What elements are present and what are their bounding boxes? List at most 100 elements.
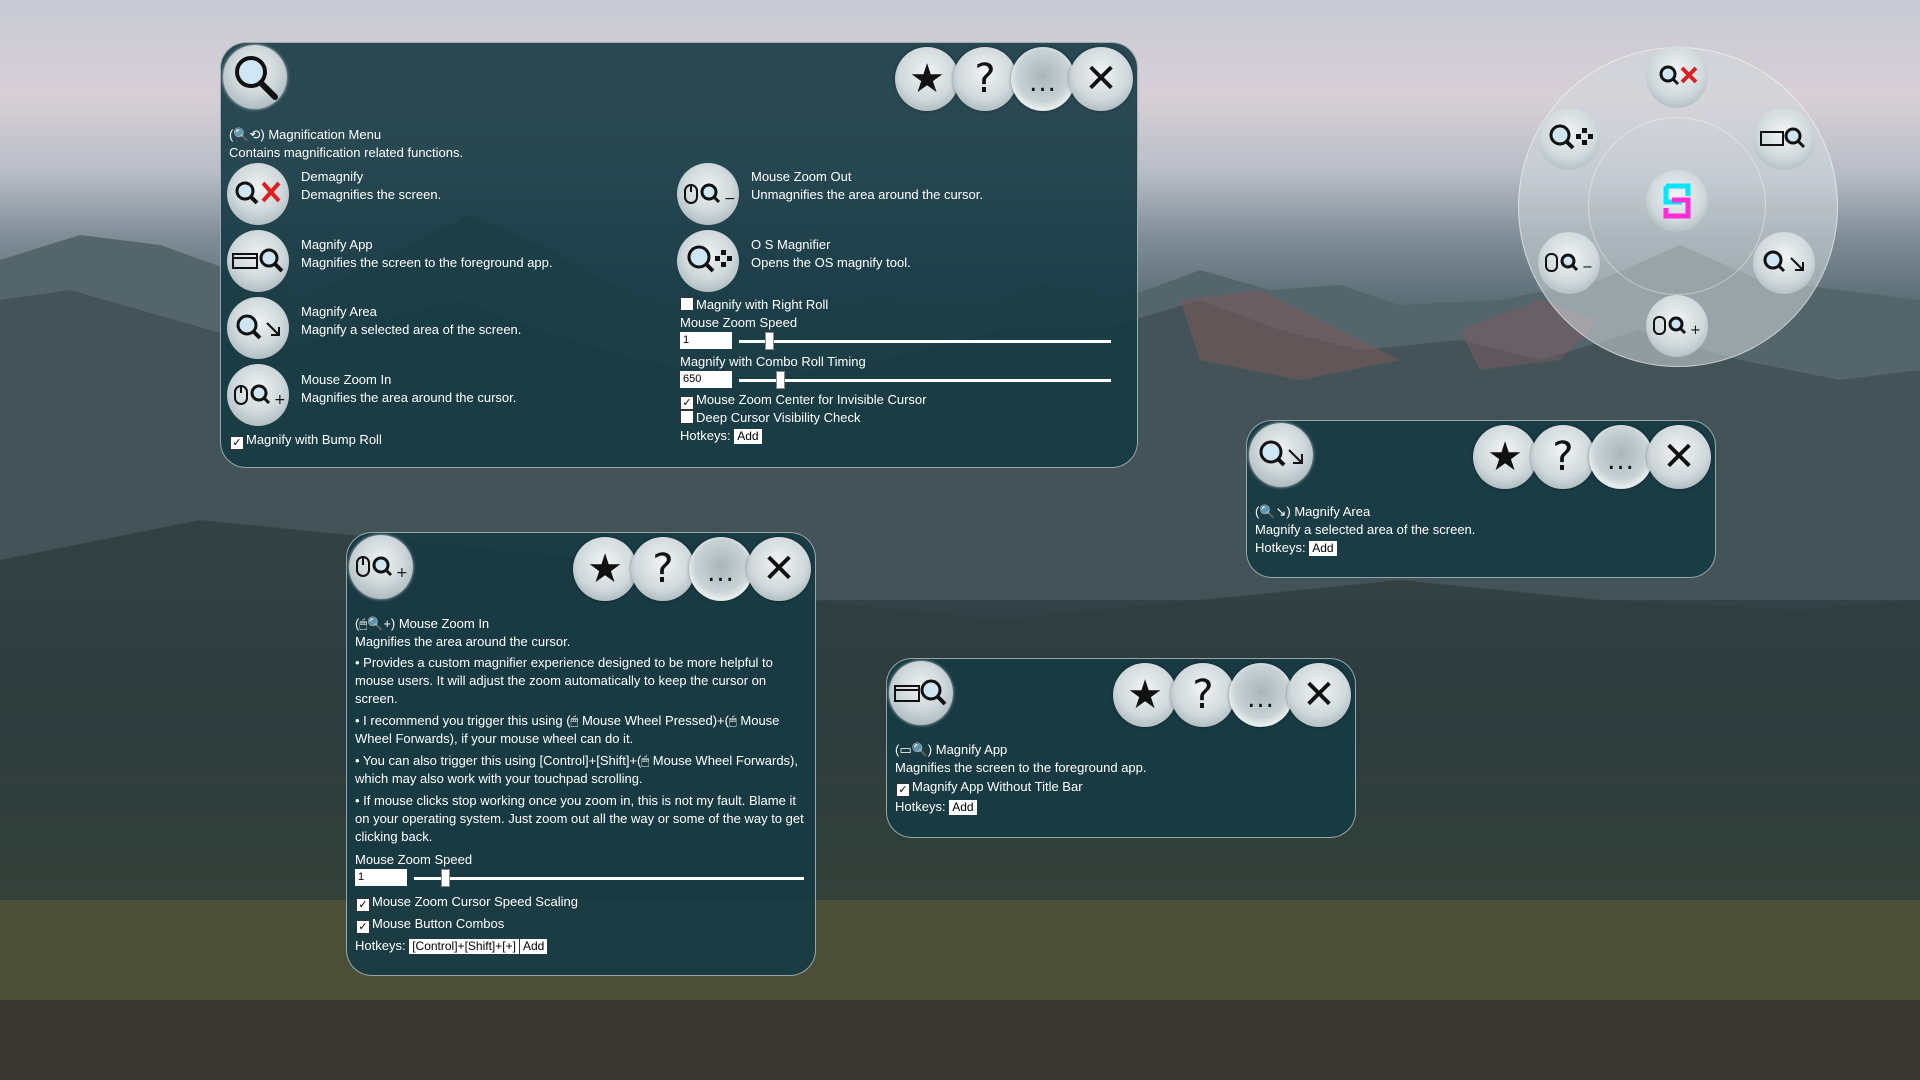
center-invisible-check[interactable]: ✓ [680, 396, 694, 410]
magnifier-menu-icon[interactable] [223, 45, 287, 109]
radial-center-logo-button[interactable] [1646, 170, 1708, 232]
button-combos-check[interactable]: ✓ [356, 920, 370, 934]
os-magnifier-item-icon[interactable] [677, 230, 739, 292]
os-magnifier-label[interactable]: O S Magnifier [751, 236, 830, 253]
close-button[interactable]: ✕ [1647, 425, 1711, 489]
ellipsis-icon: ... [1607, 446, 1635, 476]
speed-scaling-checkbox[interactable]: ✓ Mouse Zoom Cursor Speed Scaling [356, 893, 578, 912]
more-button[interactable]: ... [1229, 663, 1293, 727]
close-icon: ✕ [1302, 672, 1336, 718]
mouse-zoom-in-header-icon[interactable]: + [349, 535, 413, 599]
add-hotkey-button[interactable]: Add [734, 429, 762, 444]
bump-roll-check[interactable]: ✓ [230, 436, 244, 450]
mouse-zoom-out-label[interactable]: Mouse Zoom Out [751, 168, 851, 185]
ellipsis-icon: ... [1029, 68, 1057, 98]
add-hotkey-button[interactable]: Add [1309, 541, 1337, 556]
radial-mouse-zoom-out-button[interactable]: − [1538, 232, 1600, 294]
close-button[interactable]: ✕ [1287, 663, 1351, 727]
more-button[interactable]: ... [689, 537, 753, 601]
zoom-speed-slider-thumb[interactable] [441, 869, 451, 887]
without-title-bar-checkbox[interactable]: ✓ Magnify App Without Title Bar [896, 778, 1083, 797]
zoom-speed-slider-track[interactable] [414, 877, 804, 880]
mouse-zoom-out-item-icon[interactable]: − [677, 163, 739, 225]
magnify-app-header-icon[interactable] [889, 661, 953, 725]
zoom-speed-label: Mouse Zoom Speed [680, 315, 798, 330]
demagnify-icon [1659, 65, 1698, 86]
magnify-area-panel: ★ ? ... ✕ (🔍↘) Magnify Area Magnify a se… [1246, 420, 1716, 578]
magnify-area-icon [1763, 250, 1804, 273]
more-button[interactable]: ... [1011, 47, 1075, 111]
without-title-bar-check[interactable]: ✓ [896, 783, 910, 797]
right-roll-check[interactable] [680, 297, 694, 311]
hotkeys-row: Hotkeys: [Control]+[Shift]+[+] Add [355, 937, 548, 954]
radial-magnify-app-button[interactable] [1753, 108, 1815, 170]
svg-text:+: + [274, 392, 286, 408]
panel-title: (🔍↘) Magnify Area [1255, 504, 1371, 519]
deep-visibility-checkbox[interactable]: Deep Cursor Visibility Check [680, 409, 861, 426]
without-title-bar-label: Magnify App Without Title Bar [912, 779, 1083, 794]
bullet-4: • If mouse clicks stop working once you … [355, 793, 804, 844]
add-hotkey-button[interactable]: Add [519, 939, 548, 954]
favorite-button[interactable]: ★ [895, 47, 959, 111]
bump-roll-checkbox[interactable]: ✓ Magnify with Bump Roll [230, 431, 382, 450]
question-icon: ? [1192, 672, 1214, 718]
zoom-speed-slider-track[interactable] [739, 340, 1111, 343]
favorite-button[interactable]: ★ [1113, 663, 1177, 727]
bullet-2: • I recommend you trigger this using (🖱 … [355, 713, 780, 746]
zoom-speed-slider-thumb[interactable] [764, 332, 774, 350]
speed-scaling-check[interactable]: ✓ [356, 898, 370, 912]
magnify-area-header-icon[interactable] [1249, 423, 1313, 487]
magnify-area-label[interactable]: Magnify Area [301, 303, 377, 320]
help-button[interactable]: ? [953, 47, 1017, 111]
mouse-zoom-in-icon: + [356, 556, 408, 581]
demagnify-label[interactable]: Demagnify [301, 168, 363, 185]
bullet-3: • You can also trigger this using [Contr… [355, 753, 799, 786]
zoom-speed-input[interactable]: 1 [355, 869, 407, 886]
help-button[interactable]: ? [631, 537, 695, 601]
hotkey-value-button[interactable]: [Control]+[Shift]+[+] [409, 939, 519, 954]
app-logo-icon [1663, 183, 1691, 219]
combo-timing-slider-thumb[interactable] [775, 371, 785, 389]
center-invisible-checkbox[interactable]: ✓ Mouse Zoom Center for Invisible Cursor [680, 391, 926, 410]
star-icon: ★ [1127, 672, 1163, 718]
magnification-menu-panel: ★ ? ... ✕ (🔍⟲) Magnification Menu Contai… [220, 42, 1138, 468]
favorite-button[interactable]: ★ [1473, 425, 1537, 489]
radial-os-magnifier-button[interactable] [1538, 108, 1600, 170]
deep-visibility-check[interactable] [680, 410, 694, 424]
svg-text:+: + [1690, 323, 1701, 338]
panel-title: (🔍⟲) Magnification Menu [229, 127, 382, 142]
window-magnifier-icon [894, 679, 947, 706]
demagnify-item-icon[interactable] [227, 163, 289, 225]
help-button[interactable]: ? [1531, 425, 1595, 489]
panel-description: Magnify a selected area of the screen. [1255, 522, 1476, 537]
mouse-zoom-in-panel: + ★ ? ... ✕ (🖱🔍+) Mouse Zoom In Magnifie… [346, 532, 816, 976]
radial-mouse-zoom-in-button[interactable]: + [1646, 295, 1708, 357]
favorite-button[interactable]: ★ [573, 537, 637, 601]
magnify-area-desc: Magnify a selected area of the screen. [301, 322, 522, 337]
mouse-zoom-in-item-icon[interactable]: + [227, 364, 289, 426]
magnify-app-item-icon[interactable] [227, 230, 289, 292]
zoom-speed-input[interactable]: 1 [680, 332, 732, 349]
add-hotkey-button[interactable]: Add [949, 800, 977, 815]
close-button[interactable]: ✕ [1069, 47, 1133, 111]
hotkeys-row: Hotkeys: Add [680, 427, 762, 444]
demagnify-icon [235, 181, 281, 205]
combo-timing-input[interactable]: 650 [680, 371, 732, 388]
right-roll-checkbox[interactable]: Magnify with Right Roll [680, 296, 828, 313]
mouse-zoom-in-label[interactable]: Mouse Zoom In [301, 371, 391, 388]
magnify-area-item-icon[interactable] [227, 297, 289, 359]
more-button[interactable]: ... [1589, 425, 1653, 489]
magnify-app-label[interactable]: Magnify App [301, 236, 373, 253]
panel-description: Magnifies the screen to the foreground a… [895, 760, 1147, 775]
mouse-zoom-out-icon: − [684, 183, 736, 207]
mouse-zoom-in-icon: + [234, 384, 286, 408]
combo-timing-slider-track[interactable] [739, 379, 1111, 382]
button-combos-checkbox[interactable]: ✓ Mouse Button Combos [356, 915, 504, 934]
radial-demagnify-button[interactable] [1646, 46, 1708, 108]
close-button[interactable]: ✕ [747, 537, 811, 601]
close-icon: ✕ [762, 546, 796, 592]
help-button[interactable]: ? [1171, 663, 1235, 727]
radial-magnify-area-button[interactable] [1753, 232, 1815, 294]
star-icon: ★ [587, 546, 623, 592]
hotkeys-row: Hotkeys: Add [1255, 539, 1337, 556]
